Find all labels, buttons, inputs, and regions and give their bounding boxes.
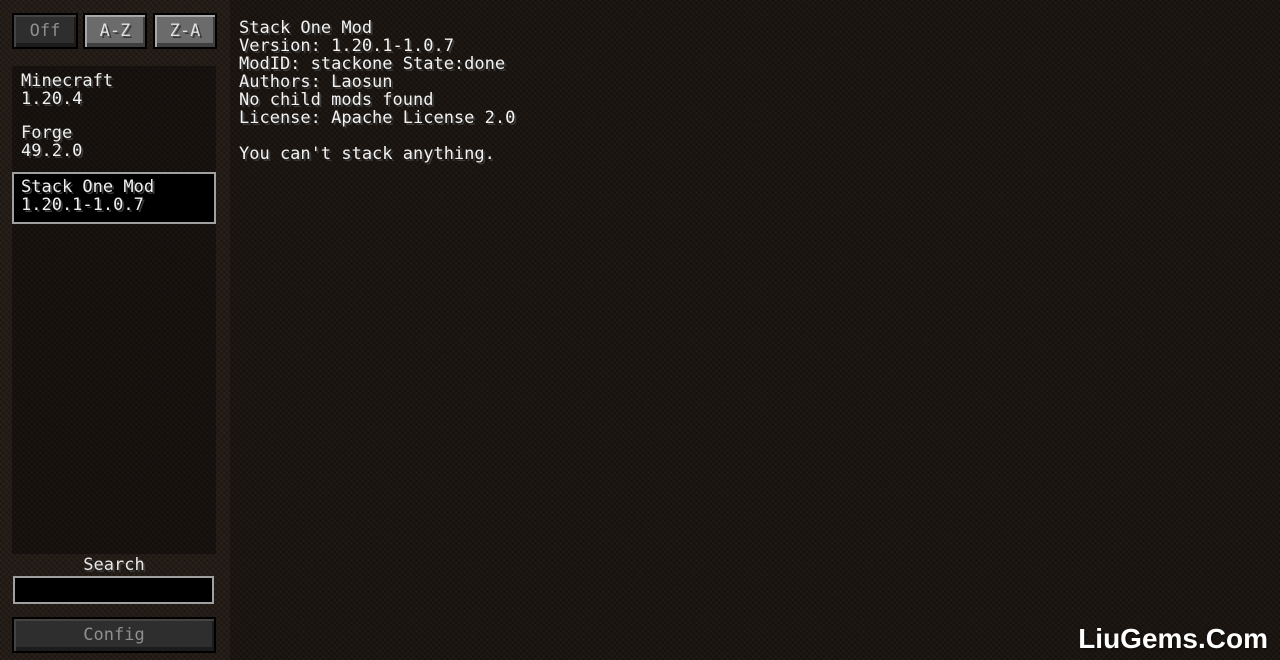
- mod-entry-forge[interactable]: Forge 49.2.0: [12, 118, 216, 170]
- mod-authors-line: Authors: Laosun: [239, 72, 393, 92]
- config-button[interactable]: Config: [12, 617, 216, 653]
- sort-off-button[interactable]: Off: [12, 13, 78, 49]
- mod-id-line: ModID: stackone State:done: [239, 54, 506, 74]
- mod-entry-stack-one-mod[interactable]: Stack One Mod 1.20.1-1.0.7: [12, 172, 216, 224]
- watermark-logo: LiuGems.Com: [1078, 623, 1268, 654]
- mod-list-screen: Off A-Z Z-A Minecraft 1.20.4 Forge 49.2.…: [0, 0, 1280, 660]
- search-input[interactable]: [13, 576, 214, 604]
- mod-version: 49.2.0: [21, 141, 83, 161]
- mod-version: 1.20.4: [21, 89, 83, 109]
- search-label: Search: [83, 555, 145, 575]
- mod-license-line: License: Apache License 2.0: [239, 108, 516, 128]
- mod-version-line: Version: 1.20.1-1.0.7: [239, 36, 454, 56]
- mod-name: Stack One Mod: [21, 177, 155, 197]
- mod-version: 1.20.1-1.0.7: [21, 195, 144, 215]
- mod-entry-minecraft[interactable]: Minecraft 1.20.4: [12, 66, 216, 118]
- mod-details-panel: Stack One Mod Version: 1.20.1-1.0.7 ModI…: [230, 0, 1280, 660]
- sort-za-button[interactable]: Z-A: [153, 13, 217, 49]
- mod-name: Minecraft: [21, 71, 114, 91]
- mod-name: Forge: [21, 123, 73, 143]
- mod-children-line: No child mods found: [239, 90, 434, 110]
- mod-description: You can't stack anything.: [239, 144, 495, 164]
- mod-title: Stack One Mod: [239, 18, 373, 38]
- mod-list: Minecraft 1.20.4 Forge 49.2.0 Stack One …: [12, 66, 216, 554]
- sort-az-button[interactable]: A-Z: [83, 13, 147, 49]
